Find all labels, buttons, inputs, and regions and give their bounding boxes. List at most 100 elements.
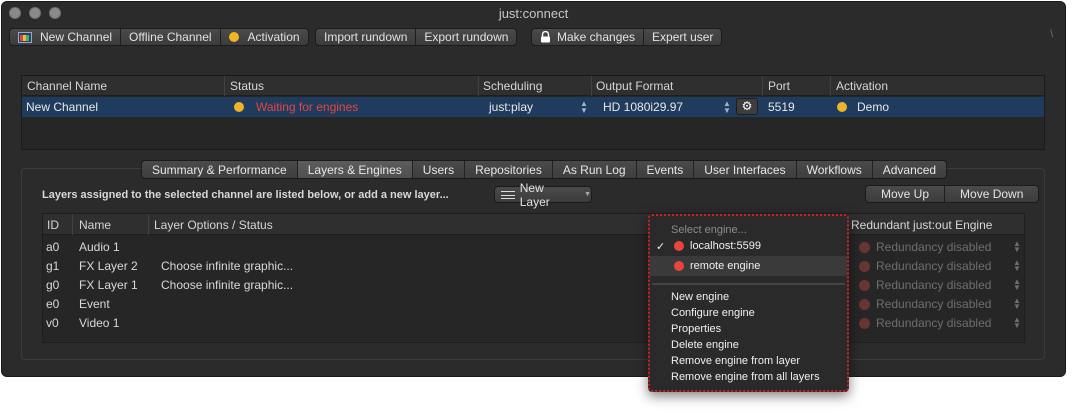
layer-options[interactable]: Choose infinite graphic... xyxy=(161,278,293,292)
channel-activation-text: Demo xyxy=(857,100,890,114)
layers-hint: Layers assigned to the selected channel … xyxy=(42,189,449,201)
corner-mark: \ xyxy=(1050,29,1053,40)
col-port[interactable]: Port xyxy=(768,79,790,93)
channel-status-text: Waiting for engines xyxy=(256,100,359,114)
redundancy-status-icon xyxy=(859,317,870,329)
menu-item-properties[interactable]: Properties xyxy=(650,321,847,337)
window-title: just:connect xyxy=(498,6,569,21)
tab-user-interfaces[interactable]: User Interfaces xyxy=(694,161,797,178)
menu-placeholder-label: Select engine... xyxy=(671,224,747,236)
menu-item-label: Properties xyxy=(671,323,722,335)
col-output-format[interactable]: Output Format xyxy=(596,79,673,93)
tab-repositories[interactable]: Repositories xyxy=(465,161,553,178)
gear-icon: ⚙ xyxy=(741,99,753,113)
move-down-button[interactable]: Move Down xyxy=(945,186,1038,202)
menu-divider xyxy=(652,283,845,285)
layer-options[interactable]: Choose infinite graphic... xyxy=(161,259,293,273)
output-format-stepper-icon[interactable]: ▲ ▼ xyxy=(723,100,731,115)
layers-table: ID Name Layer Options / Status Redundant… xyxy=(42,213,1025,343)
redundancy-stepper-icon: ▲ ▼ xyxy=(1013,277,1021,292)
channel-activation: Demo xyxy=(837,100,889,114)
scheduling-select[interactable]: just:play xyxy=(489,100,533,114)
new-channel-button[interactable]: New Channel xyxy=(10,29,122,45)
expert-user-button[interactable]: Expert user xyxy=(644,29,721,45)
layer-row[interactable]: g0 FX Layer 1 Choose infinite graphic...… xyxy=(43,275,1024,294)
new-layer-label: New Layer xyxy=(519,180,550,209)
export-rundown-button[interactable]: Export rundown xyxy=(416,29,516,45)
col-redundant-engine[interactable]: Redundant just:out Engine xyxy=(851,218,992,232)
title-bar: just:connect xyxy=(2,2,1065,24)
col-status[interactable]: Status xyxy=(230,79,264,93)
menu-item-remove-engine-from-all-layers[interactable]: Remove engine from all layers xyxy=(650,369,847,385)
column-divider xyxy=(72,214,73,235)
layer-name: FX Layer 2 xyxy=(79,259,138,273)
activation-label: Activation xyxy=(247,30,300,44)
column-divider xyxy=(148,214,149,235)
scheduling-stepper-icon[interactable]: ▲ ▼ xyxy=(580,100,588,115)
offline-channel-button[interactable]: Offline Channel xyxy=(121,29,221,45)
layer-row[interactable]: e0 Event Redundancy disabled ▲ ▼ xyxy=(43,294,1024,313)
menu-item-engine-remote[interactable]: remote engine xyxy=(650,256,847,276)
menu-icon xyxy=(501,190,515,199)
permissions-toolbar: Make changes Expert user xyxy=(531,28,723,46)
layer-row[interactable]: a0 Audio 1 Redundancy disabled ▲ ▼ xyxy=(43,237,1024,256)
col-id[interactable]: ID xyxy=(47,218,59,232)
new-channel-label: New Channel xyxy=(40,30,113,44)
menu-placeholder: Select engine... xyxy=(650,222,847,238)
column-divider xyxy=(591,76,592,96)
tab-workflows[interactable]: Workflows xyxy=(797,161,873,178)
menu-item-label: Remove engine from layer xyxy=(671,355,801,367)
activation-button[interactable]: Activation xyxy=(221,29,308,45)
layer-row[interactable]: g1 FX Layer 2 Choose infinite graphic...… xyxy=(43,256,1024,275)
layer-name: FX Layer 1 xyxy=(79,278,138,292)
redundancy-select: Redundancy disabled ▲ ▼ xyxy=(859,297,1021,311)
channel-status: Waiting for engines xyxy=(234,100,358,114)
layer-id: v0 xyxy=(46,316,59,330)
new-channel-icon xyxy=(18,31,32,43)
col-activation[interactable]: Activation xyxy=(836,79,888,93)
menu-item-new-engine[interactable]: New engine xyxy=(650,289,847,305)
layer-id: e0 xyxy=(46,297,60,311)
lock-icon xyxy=(541,31,550,43)
make-changes-button[interactable]: Make changes xyxy=(532,29,645,45)
redundancy-stepper-icon: ▲ ▼ xyxy=(1013,239,1021,254)
layer-row[interactable]: v0 Video 1 Redundancy disabled ▲ ▼ xyxy=(43,313,1024,332)
tab-as-run-log[interactable]: As Run Log xyxy=(553,161,637,178)
tab-users[interactable]: Users xyxy=(413,161,466,178)
tab-layers-engines[interactable]: Layers & Engines xyxy=(297,161,413,178)
menu-item-label: Configure engine xyxy=(671,307,755,319)
import-rundown-button[interactable]: Import rundown xyxy=(316,29,417,45)
col-scheduling[interactable]: Scheduling xyxy=(483,79,542,93)
move-up-button[interactable]: Move Up xyxy=(866,186,946,202)
redundancy-label: Redundancy disabled xyxy=(876,259,992,273)
col-channel-name[interactable]: Channel Name xyxy=(27,79,107,93)
tab-advanced[interactable]: Advanced xyxy=(873,161,946,178)
app-window: just:connect \ New Channel Offline Chann… xyxy=(1,1,1066,377)
menu-item-remove-engine-from-layer[interactable]: Remove engine from layer xyxy=(650,353,847,369)
menu-item-delete-engine[interactable]: Delete engine xyxy=(650,337,847,353)
tab-summary-performance[interactable]: Summary & Performance xyxy=(142,161,298,178)
col-name[interactable]: Name xyxy=(79,218,111,232)
channel-row[interactable]: New Channel Waiting for engines just:pla… xyxy=(22,97,1044,117)
layers-table-header: ID Name Layer Options / Status Redundant… xyxy=(43,214,1024,235)
new-layer-button[interactable]: New Layer ▼ xyxy=(494,181,592,209)
col-layer-options[interactable]: Layer Options / Status xyxy=(154,218,273,232)
redundancy-select: Redundancy disabled ▲ ▼ xyxy=(859,316,1021,330)
redundancy-status-icon xyxy=(859,298,870,310)
menu-item-engine-localhost[interactable]: ✓ localhost:5599 xyxy=(650,238,847,254)
menu-item-configure-engine[interactable]: Configure engine xyxy=(650,305,847,321)
engine-status-icon xyxy=(674,261,684,271)
redundancy-stepper-icon: ▲ ▼ xyxy=(1013,315,1021,330)
redundancy-label: Redundancy disabled xyxy=(876,278,992,292)
output-format-select[interactable]: HD 1080i29.97 xyxy=(603,100,683,114)
redundancy-select: Redundancy disabled ▲ ▼ xyxy=(859,278,1021,292)
menu-item-label: New engine xyxy=(671,291,730,303)
output-format-settings-button[interactable]: ⚙ xyxy=(736,98,758,115)
tab-events[interactable]: Events xyxy=(637,161,695,178)
layer-name: Event xyxy=(79,297,110,311)
redundancy-select: Redundancy disabled ▲ ▼ xyxy=(859,240,1021,254)
make-changes-label: Make changes xyxy=(557,30,636,44)
status-icon xyxy=(234,102,244,112)
layer-name: Video 1 xyxy=(79,316,120,330)
menu-item-label: Remove engine from all layers xyxy=(671,371,820,383)
